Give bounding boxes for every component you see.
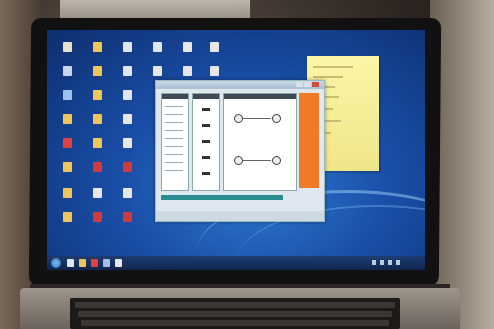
desktop-icon[interactable] [123,42,132,52]
maximize-button[interactable] [304,82,311,87]
note-text-line [313,66,353,68]
desktop-icon[interactable] [93,90,102,100]
desktop-icon[interactable] [123,66,132,76]
application-window[interactable] [155,80,325,222]
diagram-wire [243,118,271,119]
desktop-icon[interactable] [63,212,72,222]
tray-icon[interactable] [396,260,400,265]
panel-header [193,94,219,99]
panel-row [165,138,183,139]
panel-row [165,106,183,107]
panel-header [224,94,296,99]
desktop-icon[interactable] [153,42,162,52]
switch-icon[interactable] [202,140,210,143]
panel-list [161,93,189,191]
switch-icon[interactable] [202,156,210,159]
desktop-icon[interactable] [210,66,219,76]
panel-row [165,154,183,155]
desktop-icon[interactable] [183,42,192,52]
tray-icon[interactable] [388,260,392,265]
keyboard-key-row [81,320,389,326]
panel-header [162,94,188,99]
window-footer [156,211,324,221]
desktop-icon[interactable] [123,212,132,222]
keyboard-key-row [75,302,395,308]
note-text-line [313,76,343,78]
desktop-icon[interactable] [63,66,72,76]
desktop-icon[interactable] [123,90,132,100]
diagram-wire [243,160,271,161]
desktop-icon[interactable] [63,188,72,198]
desktop-icon[interactable] [93,162,102,172]
desktop-icon[interactable] [63,162,72,172]
desktop-icon[interactable] [93,188,102,198]
switch-icon[interactable] [202,172,210,175]
minimize-button[interactable] [296,82,303,87]
switch-icon[interactable] [202,124,210,127]
circuit-node-icon[interactable] [234,114,243,123]
desktop-icon[interactable] [123,188,132,198]
taskbar-app-icon[interactable] [67,259,74,267]
panel-row [165,162,183,163]
tray-icon[interactable] [372,260,376,265]
panel-diagram [223,93,297,191]
desktop-icon[interactable] [123,162,132,172]
circuit-node-icon[interactable] [234,156,243,165]
taskbar-app-icon[interactable] [79,259,86,267]
desktop-icon[interactable] [63,42,72,52]
panel-row [165,170,183,171]
start-button[interactable] [51,258,61,268]
keyboard-key-row [78,311,392,317]
desktop-icon[interactable] [63,90,72,100]
desktop-icon[interactable] [123,114,132,124]
highlight-panel [299,93,319,188]
taskbar-app-icon[interactable] [91,259,98,267]
close-button[interactable] [312,82,319,87]
desktop-icon[interactable] [63,138,72,148]
circuit-node-icon[interactable] [272,156,281,165]
switch-icon[interactable] [202,108,210,111]
panel-row [165,122,183,123]
taskbar-app-icon[interactable] [103,259,110,267]
desktop-icon[interactable] [210,42,219,52]
status-bar [161,195,283,200]
taskbar-app-icon[interactable] [115,259,122,267]
panel-row [165,114,183,115]
laptop-keyboard [70,298,400,329]
panel-row [165,146,183,147]
desktop-icon[interactable] [123,138,132,148]
panel-switches [192,93,220,191]
desktop-icon[interactable] [93,212,102,222]
desktop-icon[interactable] [183,66,192,76]
panel-row [165,130,183,131]
laptop-screen [47,30,425,270]
window-title-bar[interactable] [156,81,324,89]
desktop-icon[interactable] [93,42,102,52]
desktop-icon[interactable] [93,114,102,124]
circuit-node-icon[interactable] [272,114,281,123]
tray-icon[interactable] [380,260,384,265]
desktop-icon[interactable] [93,66,102,76]
desktop-icon[interactable] [153,66,162,76]
photo-scene [0,0,494,329]
taskbar [47,256,425,270]
desktop-icon[interactable] [63,114,72,124]
desktop-icon[interactable] [93,138,102,148]
